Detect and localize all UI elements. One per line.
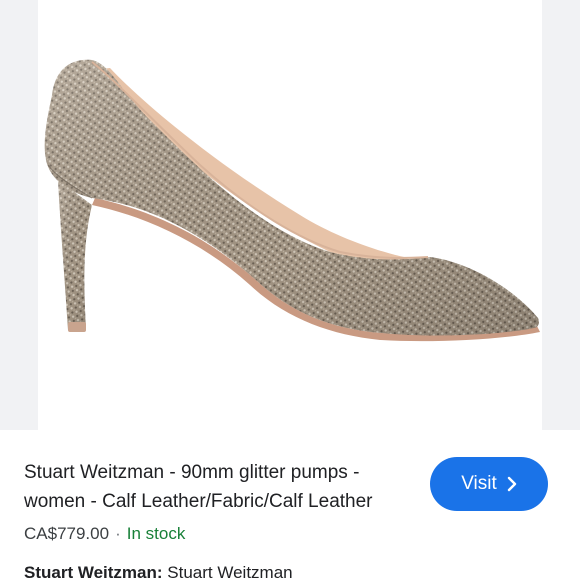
chevron-right-icon — [507, 476, 516, 492]
separator-dot: · — [115, 524, 121, 543]
visit-button-label: Visit — [461, 473, 497, 494]
product-image-panel[interactable] — [0, 0, 580, 430]
product-title[interactable]: Stuart Weitzman - 90mm glitter pumps - w… — [24, 458, 414, 516]
price: CA$779.00 — [24, 524, 110, 543]
brand-row: Stuart Weitzman: Stuart Weitzman — [24, 563, 293, 583]
product-info: Stuart Weitzman - 90mm glitter pumps - w… — [0, 430, 580, 583]
stock-status: In stock — [126, 524, 186, 543]
brand-label: Stuart Weitzman: — [24, 563, 163, 582]
brand-value: Stuart Weitzman — [167, 563, 293, 582]
price-row: CA$779.00 · In stock — [24, 524, 185, 544]
product-image[interactable] — [0, 0, 580, 430]
visit-button[interactable]: Visit — [430, 457, 548, 511]
